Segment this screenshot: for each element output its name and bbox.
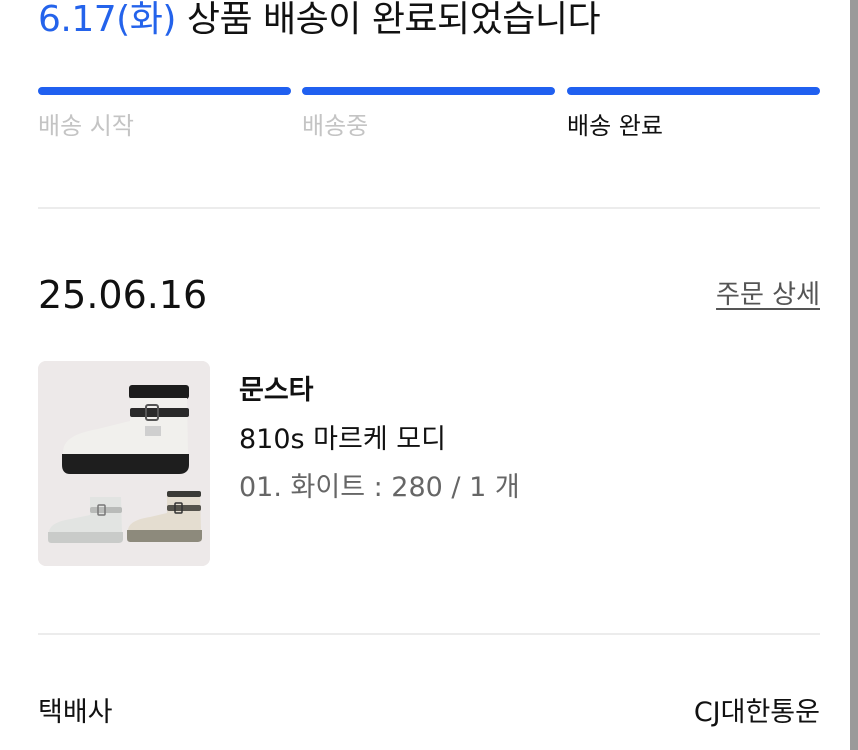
step-label: 배송중 [302,112,369,140]
delivery-message: 상품 배송이 완료되었습니다 [186,0,601,40]
step-delivered: 배송 완료 [567,87,820,143]
order-detail-link[interactable]: 주문 상세 [716,278,820,312]
step-label: 배송 완료 [567,112,663,140]
section-divider [38,633,820,635]
delivery-date: 6.17(화) [38,0,176,40]
rain-boots-image [38,361,210,566]
carrier-value: CJ대한통운 [693,697,820,728]
step-label: 배송 시작 [38,112,134,140]
order-date: 25.06.16 [38,273,208,317]
product-option: 01. 화이트 : 280 / 1 개 [239,472,520,503]
delivery-headline: 6.17(화) 상품 배송이 완료되었습니다 [38,0,601,44]
product-thumbnail[interactable] [38,361,210,566]
carrier-label: 택배사 [38,697,113,728]
product-name[interactable]: 810s 마르케 모디 [239,421,446,459]
step-bar [38,87,291,95]
scrollbar[interactable] [850,0,858,750]
product-brand: 문스타 [239,375,314,406]
step-in-transit: 배송중 [302,87,555,143]
step-bar [567,87,820,95]
step-bar [302,87,555,95]
section-divider [38,207,820,209]
step-shipping-started: 배송 시작 [38,87,291,143]
delivery-progress: 배송 시작 배송중 배송 완료 [38,87,820,147]
